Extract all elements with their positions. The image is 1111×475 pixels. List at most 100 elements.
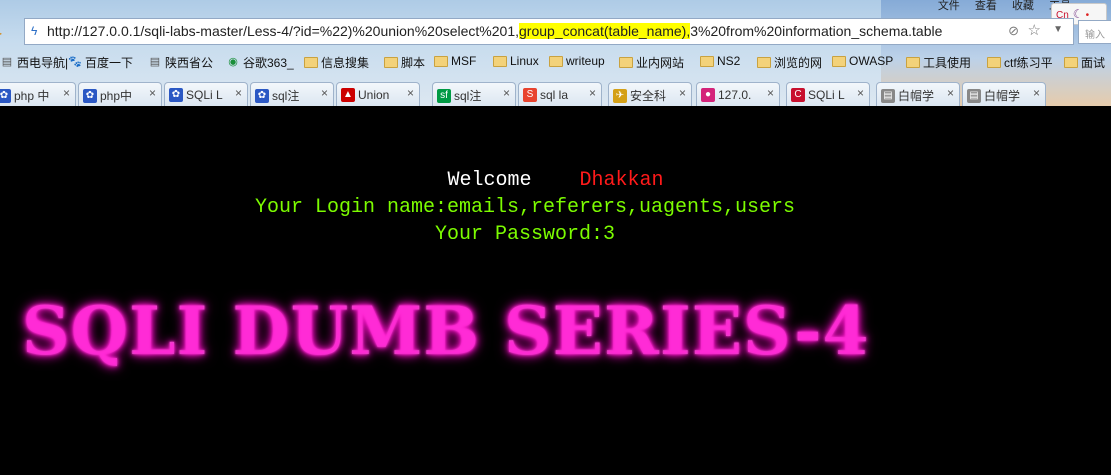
close-icon[interactable]: × xyxy=(947,86,954,100)
url-text[interactable]: http://127.0.0.1/sqli-labs-master/Less-4… xyxy=(47,23,942,39)
bookmark-label: writeup xyxy=(566,54,605,68)
bookmark-item[interactable]: writeup xyxy=(549,54,605,68)
browser-tab[interactable]: ✿ sql注 × xyxy=(250,82,334,106)
browser-tab[interactable]: ● 127.0. × xyxy=(696,82,780,106)
bookmark-item[interactable]: 浏览的网 xyxy=(757,54,822,71)
bookmark-label: 面试 xyxy=(1081,56,1106,70)
close-icon[interactable]: × xyxy=(589,86,596,100)
folder-icon xyxy=(906,57,920,68)
url-prefix: http://127.0.0.1/sqli-labs-master/Less-4… xyxy=(47,23,520,39)
bookmark-item[interactable]: MSF xyxy=(434,54,476,68)
folder-icon xyxy=(757,57,771,68)
page-content: Welcome Dhakkan Your Login name:emails,re… xyxy=(0,106,1111,475)
folder-icon xyxy=(619,57,633,68)
tab-label: php 中 xyxy=(14,89,50,103)
close-icon[interactable]: × xyxy=(407,86,414,100)
chevron-down-icon[interactable]: ▼ xyxy=(1053,24,1063,35)
360-icon: ◉ xyxy=(228,56,238,68)
close-icon[interactable]: × xyxy=(503,86,510,100)
browser-tab[interactable]: C SQLi L × xyxy=(786,82,870,106)
tab-label: 白帽学 xyxy=(984,89,1021,103)
back-arrow-icon[interactable]: ▸ xyxy=(0,26,2,40)
baidu-paw-icon: 🐾 xyxy=(68,56,82,68)
browser-tab[interactable]: ✿ php中 × xyxy=(78,82,162,106)
bookmark-label: 工具使用 xyxy=(923,56,972,70)
circle-icon: ● xyxy=(701,87,715,102)
browser-tab[interactable]: ▲ Union × xyxy=(336,82,420,106)
tab-label: sql la xyxy=(540,87,569,102)
bookmark-item[interactable]: 脚本 xyxy=(384,54,425,71)
menu-favorites[interactable]: 收藏 xyxy=(1012,0,1034,12)
favorite-star-icon[interactable]: ☆ xyxy=(1028,21,1041,39)
c-icon: C xyxy=(791,87,805,102)
browser-chrome: 文件 查看 收藏 工具 Cn☾• ▸ ϟ http://127.0.0.1/sq… xyxy=(0,0,1111,106)
login-name-result: Your Login name:emails,referers,uagents,… xyxy=(254,196,796,219)
tab-label: 127.0. xyxy=(718,87,752,102)
tab-strip: ✿ php 中 × ✿ php中 × ✿ SQLi L × ✿ sql注 × ▲ Union × sf sql注… xyxy=(0,80,1111,106)
close-icon[interactable]: × xyxy=(857,86,864,100)
folder-icon xyxy=(384,57,398,68)
close-icon[interactable]: × xyxy=(767,86,774,100)
tab-label: Union xyxy=(358,87,390,102)
paw-icon: ✿ xyxy=(83,88,97,103)
plane-icon: ✈ xyxy=(613,88,627,103)
bookmark-item[interactable]: ▤ 西电导航| xyxy=(0,54,68,71)
close-icon[interactable]: × xyxy=(235,86,242,100)
bookmark-item[interactable]: OWASP xyxy=(832,54,893,68)
bookmark-item[interactable]: 工具使用 xyxy=(906,54,971,71)
menu-view[interactable]: 查看 xyxy=(975,0,997,12)
browser-tab[interactable]: ▤ 白帽学 × xyxy=(876,82,960,106)
address-bar[interactable]: ϟ http://127.0.0.1/sqli-labs-master/Less… xyxy=(24,18,1074,45)
close-icon[interactable]: × xyxy=(63,86,70,100)
bookmark-item[interactable]: 面试 xyxy=(1064,54,1105,71)
welcome-line: Welcome Dhakkan xyxy=(0,169,1111,192)
paw-icon: ✿ xyxy=(0,88,11,103)
browser-tab[interactable]: ✿ SQLi L × xyxy=(164,82,248,106)
bookmark-item[interactable]: NS2 xyxy=(700,54,740,68)
close-icon[interactable]: × xyxy=(679,86,686,100)
browser-tab[interactable]: Ssql la × xyxy=(518,82,602,106)
browser-tab[interactable]: ✿ php 中 × xyxy=(0,82,76,106)
close-icon[interactable]: × xyxy=(1033,86,1040,100)
url-highlighted-segment: group_concat(table_name), xyxy=(519,23,691,39)
close-icon[interactable]: × xyxy=(149,86,156,100)
bookmark-label: Linux xyxy=(510,54,539,68)
tab-label: sql注 xyxy=(454,89,482,103)
menu-file[interactable]: 文件 xyxy=(938,0,960,12)
bookmark-label: ctf练习平 xyxy=(1004,56,1053,70)
bookmark-item[interactable]: 业内网站 xyxy=(619,54,684,71)
bookmark-label: 业内网站 xyxy=(636,56,685,70)
bookmark-label: OWASP xyxy=(849,54,894,68)
folder-icon xyxy=(304,57,318,68)
bookmark-item[interactable]: ◉ 谷歌363_ xyxy=(226,54,294,71)
password-result: Your Password:3 xyxy=(434,223,616,246)
bookmark-item[interactable]: Linux xyxy=(493,54,539,68)
bookmark-item[interactable]: ctf练习平 xyxy=(987,54,1053,71)
bookmark-label: 百度一下 xyxy=(85,56,134,70)
page-icon: ▤ xyxy=(881,88,895,103)
browser-tab[interactable]: ✈ 安全科 × xyxy=(608,82,692,106)
browser-tab[interactable]: sf sql注 × xyxy=(432,82,516,106)
tab-label: SQLi L xyxy=(808,87,845,102)
folder-icon xyxy=(434,55,448,67)
series-banner: SQLI DUMB SERIES-4 xyxy=(22,292,1022,370)
bookmark-item[interactable]: 信息搜集 xyxy=(304,54,369,71)
tab-label: sql注 xyxy=(272,89,300,103)
paw-icon: ✿ xyxy=(169,87,183,102)
side-search-input[interactable]: 输入 xyxy=(1078,20,1111,44)
sf-icon: sf xyxy=(437,88,451,103)
bookmark-item[interactable]: 🐾 百度一下 xyxy=(68,54,133,71)
redhat-icon: ▲ xyxy=(341,87,355,102)
page-icon: ▤ xyxy=(1,56,13,68)
stop-icon[interactable]: ⊘ xyxy=(1008,23,1019,39)
user-name: Dhakkan xyxy=(579,169,664,192)
page-lightning-icon: ϟ xyxy=(31,24,38,38)
s-icon: S xyxy=(523,87,537,102)
browser-tab[interactable]: ▤ 白帽学 × xyxy=(962,82,1046,106)
bookmark-label: 信息搜集 xyxy=(321,56,370,70)
close-icon[interactable]: × xyxy=(321,86,328,100)
bookmark-item[interactable]: ▤ 陕西省公 xyxy=(148,54,213,71)
page-icon: ▤ xyxy=(967,88,981,103)
bookmark-label: 浏览的网 xyxy=(774,56,823,70)
bookmark-label: 西电导航| xyxy=(17,56,69,70)
